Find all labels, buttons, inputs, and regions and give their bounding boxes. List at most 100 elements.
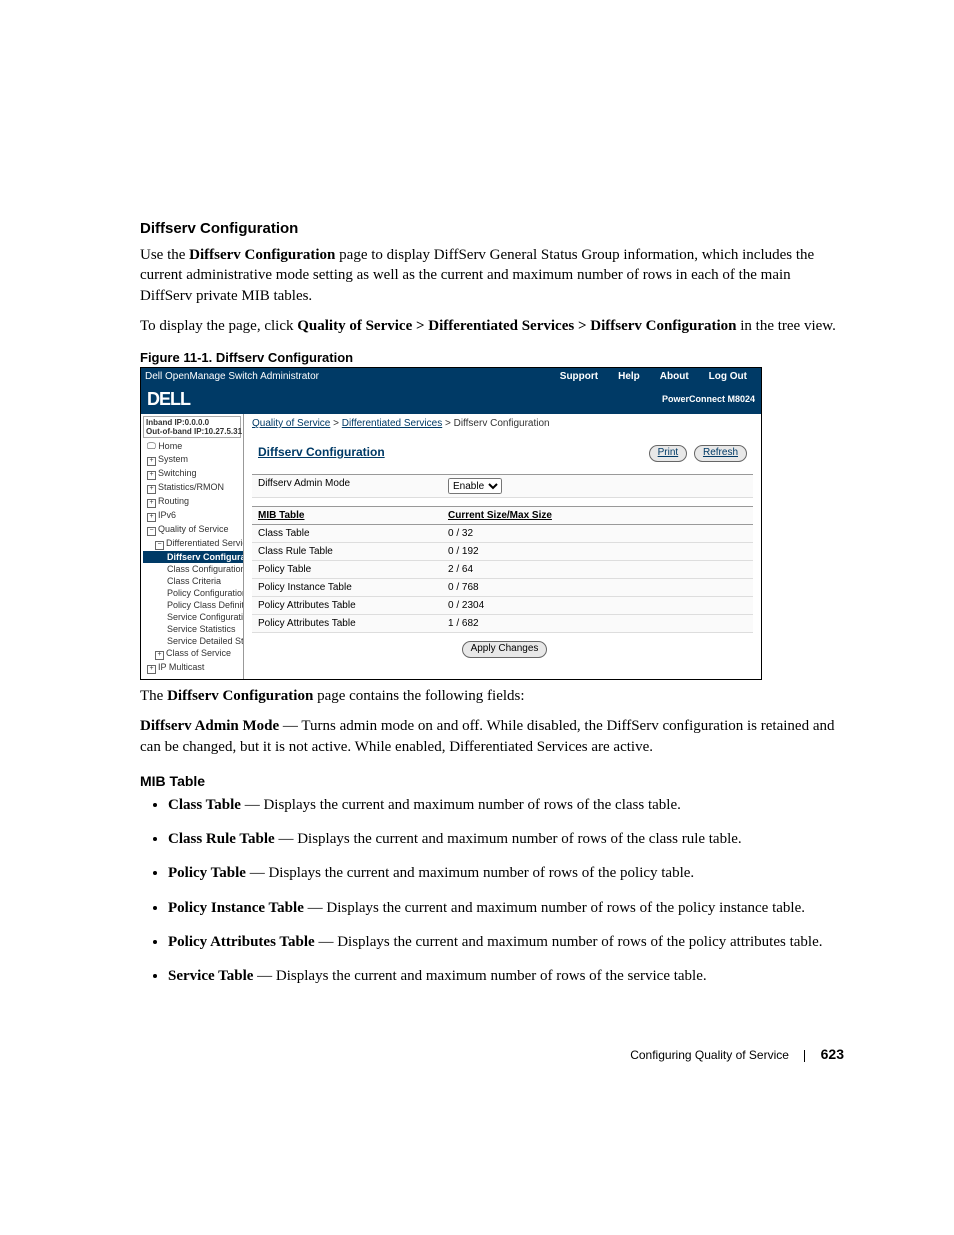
crumb-diffserv[interactable]: Differentiated Services xyxy=(342,418,442,429)
text-bold: Diffserv Configuration xyxy=(167,688,313,704)
tree-ip-multicast[interactable]: +IP Multicast xyxy=(143,661,243,675)
breadcrumb: Quality of Service > Differentiated Serv… xyxy=(252,418,753,429)
mib-val: 0 / 32 xyxy=(448,528,747,539)
bullet-bold: Policy Instance Table xyxy=(168,900,304,916)
tree-class-config[interactable]: Class Configuration xyxy=(143,563,243,575)
mib-header-col2: Current Size/Max Size xyxy=(448,510,747,521)
panel-title: Diffserv Configuration xyxy=(258,445,385,459)
bullet-text: — Displays the current and maximum numbe… xyxy=(304,900,805,916)
text: To display the page, click xyxy=(140,318,297,334)
content-pane: Quality of Service > Differentiated Serv… xyxy=(244,414,761,679)
bullet-bold: Class Table xyxy=(168,797,241,813)
text: in the tree view. xyxy=(736,318,835,334)
mib-name: Policy Instance Table xyxy=(258,582,448,593)
mib-name: Policy Attributes Table xyxy=(258,618,448,629)
print-button[interactable]: Print xyxy=(649,445,688,462)
crumb-current: Diffserv Configuration xyxy=(454,418,550,429)
admin-mode-select[interactable]: Enable xyxy=(448,478,502,494)
admin-mode-label: Diffserv Admin Mode xyxy=(258,478,448,494)
product-label: PowerConnect M8024 xyxy=(662,394,755,404)
nav-about[interactable]: About xyxy=(650,371,699,382)
tree-policy-config[interactable]: Policy Configuration xyxy=(143,587,243,599)
tree-service-stats[interactable]: Service Statistics xyxy=(143,623,243,635)
nav-logout[interactable]: Log Out xyxy=(699,371,757,382)
nav-support[interactable]: Support xyxy=(550,371,608,382)
text-bold: Quality of Service > Differentiated Serv… xyxy=(297,318,736,334)
after-paragraph-1: The Diffserv Configuration page contains… xyxy=(140,686,844,706)
tree-system[interactable]: +System xyxy=(143,453,243,467)
tree-home[interactable]: 🖵 Home xyxy=(143,440,243,453)
bullet-text: — Displays the current and maximum numbe… xyxy=(241,797,681,813)
mib-table-heading: MIB Table xyxy=(140,773,844,789)
bullet-text: — Displays the current and maximum numbe… xyxy=(315,934,823,950)
text: Use the xyxy=(140,247,189,263)
bullet-list: Class Table — Displays the current and m… xyxy=(168,795,844,987)
list-item: Class Rule Table — Displays the current … xyxy=(168,829,844,849)
bullet-bold: Policy Table xyxy=(168,865,246,881)
oob-ip: Out-of-band IP:10.27.5.31 xyxy=(146,427,238,436)
table-row: Policy Attributes Table 0 / 2304 xyxy=(252,597,753,615)
mib-val: 0 / 2304 xyxy=(448,600,747,611)
mib-val: 0 / 192 xyxy=(448,546,747,557)
list-item: Class Table — Displays the current and m… xyxy=(168,795,844,815)
list-item: Policy Instance Table — Displays the cur… xyxy=(168,898,844,918)
tree-cos[interactable]: +Class of Service xyxy=(143,647,243,661)
table-row: Policy Instance Table 0 / 768 xyxy=(252,579,753,597)
page-footer: Configuring Quality of Service 623 xyxy=(140,1046,844,1062)
inband-ip: Inband IP:0.0.0.0 xyxy=(146,418,238,427)
tree-service-detail[interactable]: Service Detailed Sta xyxy=(143,635,243,647)
figure-caption: Figure 11-1. Diffserv Configuration xyxy=(140,350,844,365)
intro-paragraph-2: To display the page, click Quality of Se… xyxy=(140,316,844,336)
tree-stats[interactable]: +Statistics/RMON xyxy=(143,481,243,495)
apply-changes-button[interactable]: Apply Changes xyxy=(462,641,548,658)
tree-class-criteria[interactable]: Class Criteria xyxy=(143,575,243,587)
bullet-text: — Displays the current and maximum numbe… xyxy=(246,865,694,881)
mib-val: 0 / 768 xyxy=(448,582,747,593)
app-titlebar: Dell OpenManage Switch Administrator Sup… xyxy=(141,368,761,384)
mib-name: Policy Attributes Table xyxy=(258,600,448,611)
bullet-text: — Displays the current and maximum numbe… xyxy=(253,968,706,984)
dell-logo: DELL xyxy=(147,389,190,410)
section-heading: Diffserv Configuration xyxy=(140,220,844,237)
tree-ipv6[interactable]: +IPv6 xyxy=(143,509,243,523)
text: page contains the following fields: xyxy=(313,688,524,704)
tree-routing[interactable]: +Routing xyxy=(143,495,243,509)
nav-help[interactable]: Help xyxy=(608,371,650,382)
tree-diffserv-config[interactable]: Diffserv Configurat xyxy=(143,551,243,563)
text: The xyxy=(140,688,167,704)
footer-section: Configuring Quality of Service xyxy=(630,1048,789,1062)
table-row: Class Rule Table 0 / 192 xyxy=(252,543,753,561)
table-row: Policy Table 2 / 64 xyxy=(252,561,753,579)
text-bold: Diffserv Configuration xyxy=(189,247,335,263)
tree-switching[interactable]: +Switching xyxy=(143,467,243,481)
intro-paragraph-1: Use the Diffserv Configuration page to d… xyxy=(140,245,844,306)
nav-tree: Inband IP:0.0.0.0 Out-of-band IP:10.27.5… xyxy=(141,414,244,679)
bullet-text: — Displays the current and maximum numbe… xyxy=(275,831,742,847)
crumb-qos[interactable]: Quality of Service xyxy=(252,418,330,429)
mib-name: Class Table xyxy=(258,528,448,539)
mib-val: 2 / 64 xyxy=(448,564,747,575)
app-title: Dell OpenManage Switch Administrator xyxy=(145,371,319,382)
after-paragraph-2: Diffserv Admin Mode — Turns admin mode o… xyxy=(140,716,844,757)
list-item: Policy Table — Displays the current and … xyxy=(168,863,844,883)
tree-service-config[interactable]: Service Configuratio xyxy=(143,611,243,623)
ip-box: Inband IP:0.0.0.0 Out-of-band IP:10.27.5… xyxy=(143,416,241,438)
bullet-bold: Policy Attributes Table xyxy=(168,934,315,950)
mib-val: 1 / 682 xyxy=(448,618,747,629)
embedded-screenshot: Dell OpenManage Switch Administrator Sup… xyxy=(140,367,762,680)
refresh-button[interactable]: Refresh xyxy=(694,445,747,462)
list-item: Service Table — Displays the current and… xyxy=(168,966,844,986)
tree-diffserv[interactable]: −Differentiated Services xyxy=(143,537,243,551)
list-item: Policy Attributes Table — Displays the c… xyxy=(168,932,844,952)
tree-policy-class-def[interactable]: Policy Class Definit xyxy=(143,599,243,611)
table-row: Policy Attributes Table 1 / 682 xyxy=(252,615,753,633)
mib-name: Policy Table xyxy=(258,564,448,575)
mib-header-col1: MIB Table xyxy=(258,510,448,521)
bullet-bold: Class Rule Table xyxy=(168,831,275,847)
page-number: 623 xyxy=(821,1046,844,1062)
bullet-bold: Service Table xyxy=(168,968,253,984)
mib-name: Class Rule Table xyxy=(258,546,448,557)
logo-row: DELL PowerConnect M8024 xyxy=(141,384,761,414)
tree-qos[interactable]: −Quality of Service xyxy=(143,523,243,537)
text-bold: Diffserv Admin Mode xyxy=(140,718,279,734)
